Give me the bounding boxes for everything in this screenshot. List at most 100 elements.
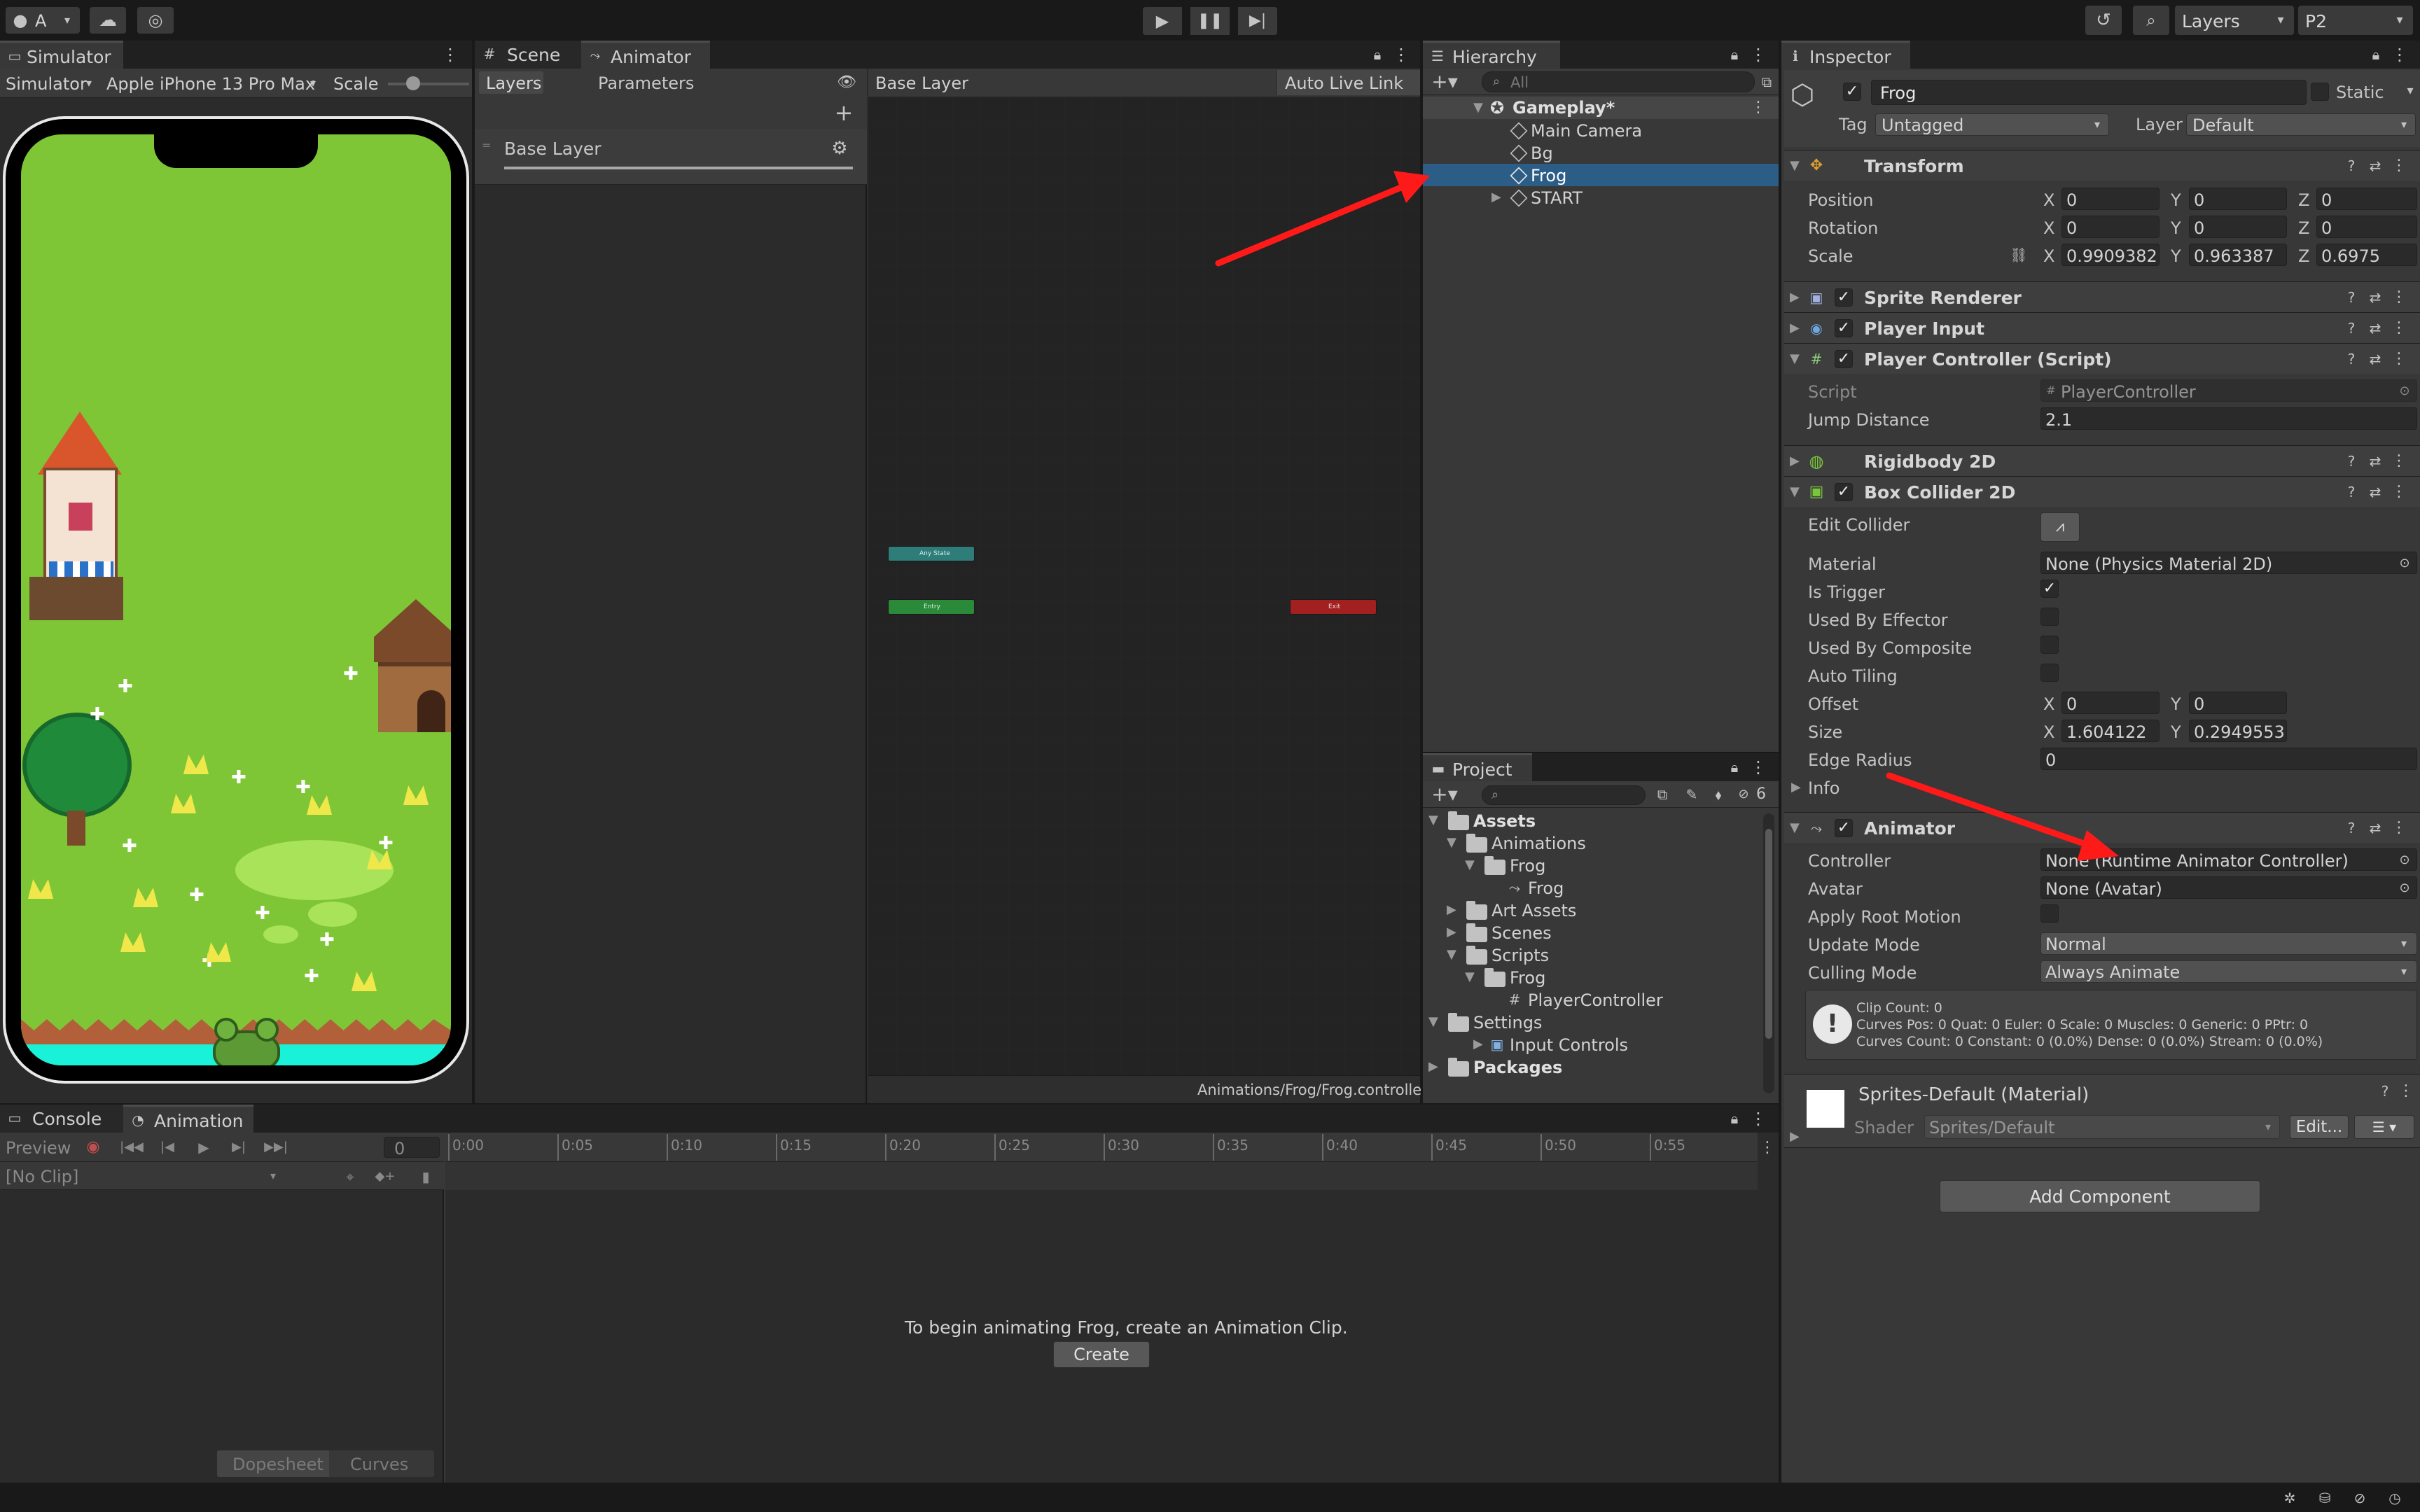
prev-keyframe-button[interactable]: |◀ [157,1138,178,1156]
more-icon[interactable]: ⋮ [1759,1140,1776,1156]
preview-button[interactable]: Preview [6,1140,71,1156]
player-input-enabled[interactable]: ✓ [1835,319,1853,337]
expand-icon[interactable]: ▼ [1790,160,1800,172]
size-y-field[interactable]: 0.2949553 [2189,720,2287,742]
hidden-packages-icon[interactable]: ⊘ [1734,785,1753,804]
gear-icon[interactable]: ⚙ [829,139,850,158]
expand-icon[interactable]: ▶ [1491,191,1501,204]
expand-icon[interactable]: ▶ [1447,904,1456,916]
expand-icon[interactable]: ▼ [1428,1016,1438,1028]
expand-icon[interactable]: ▼ [1428,814,1438,827]
shader-dropdown[interactable]: Sprites/Default ▾ [1924,1115,2280,1139]
expand-icon[interactable]: ▶ [1790,1130,1800,1143]
box-collider-header[interactable]: ▼ ▣ ✓ Box Collider 2D ? ⇄ ⋮ [1784,476,2420,507]
filter-type-icon[interactable]: ✎ [1682,785,1702,804]
cache-icon[interactable]: ⛁ [2315,1490,2335,1506]
project-scroll-thumb[interactable] [1765,829,1772,1039]
tree-item[interactable]: ▼ Frog [1423,854,1759,876]
link-icon[interactable]: ⛓ [2008,245,2029,265]
player-controller-header[interactable]: ▼ # ✓ Player Controller (Script) ? ⇄ ⋮ [1784,343,2420,374]
preset-icon[interactable]: ⇄ [2367,484,2384,500]
more-icon[interactable]: ⋮ [2391,46,2409,63]
simulator-mode-dropdown[interactable]: Simulator [6,76,87,92]
update-mode-dropdown[interactable]: Normal ▾ [2040,932,2417,955]
pause-button[interactable]: ❚❚ [1190,7,1230,35]
tree-item[interactable]: # PlayerController [1423,988,1759,1011]
clip-dropdown[interactable]: [No Clip] [6,1168,78,1185]
help-icon[interactable]: ? [2377,1083,2393,1100]
more-icon[interactable]: ⋮ [2391,158,2407,174]
tab-parameters[interactable]: Parameters [598,75,694,92]
drag-handle-icon[interactable]: = [482,140,491,151]
tab-simulator[interactable]: ▭ Simulator [0,41,123,69]
cloud-icon[interactable]: ☁ [90,7,126,34]
size-x-field[interactable]: 1.604122 [2061,720,2160,742]
hierarchy-row-selected[interactable]: Frog [1423,164,1779,186]
auto-tiling-checkbox[interactable] [2040,664,2059,682]
chevron-down-icon[interactable]: ▾ [2403,83,2417,99]
expand-icon[interactable]: ▶ [1473,1038,1483,1051]
preset-icon[interactable]: ⇄ [2367,289,2384,306]
tab-console[interactable]: ▭ Console [0,1105,123,1133]
expand-icon[interactable]: ▼ [1473,102,1483,114]
hierarchy-search-input[interactable]: ⌕ All [1482,71,1755,92]
transform-header[interactable]: ▼ ✥ Transform ? ⇄ ⋮ [1784,150,2420,181]
controller-field[interactable]: None (Runtime Animator Controller) ⊙ [2040,848,2417,871]
label-icon[interactable]: ⬧ [1709,785,1728,804]
add-component-button[interactable]: Add Component [1940,1180,2260,1212]
tab-animator[interactable]: ⤳ Animator [581,41,710,69]
add-object-button[interactable]: +▾ [1428,71,1461,92]
material-options-button[interactable]: ☰ ▾ [2354,1115,2414,1139]
used-by-effector-checkbox[interactable] [2040,608,2059,626]
layer-weight-slider[interactable] [504,167,853,169]
edit-collider-button[interactable]: ⩘ [2040,512,2080,542]
expand-icon[interactable]: ▶ [1790,455,1800,468]
next-keyframe-button[interactable]: ▶| [228,1138,249,1156]
frame-field[interactable]: 0 [384,1137,440,1158]
project-search-input[interactable]: ⌕ [1482,785,1646,805]
animator-component-header[interactable]: ▼ ⤳ ✓ Animator ? ⇄ ⋮ [1784,812,2420,843]
object-name-input[interactable]: Frog [1871,80,2307,105]
jump-distance-field[interactable]: 2.1 [2040,407,2417,430]
preset-icon[interactable]: ⇄ [2367,453,2384,470]
help-icon[interactable]: ? [2343,351,2360,368]
hierarchy-scene-row[interactable]: ▼ ✪ Gameplay* ⋮ [1423,97,1779,119]
more-icon[interactable]: ⋮ [1749,99,1767,116]
active-checkbox[interactable]: ✓ [1843,83,1861,101]
tree-item[interactable]: ▶ Scenes [1423,921,1759,944]
info-label[interactable]: Info [1808,780,1840,797]
search-by-type-icon[interactable]: ⧉ [1653,785,1672,804]
layout-dropdown[interactable]: P2 ▾ [2298,6,2413,35]
position-x-field[interactable]: 0 [2061,188,2160,210]
last-keyframe-button[interactable]: ▶▶| [263,1138,288,1156]
preset-icon[interactable]: ⇄ [2367,158,2384,174]
exit-node[interactable]: Exit [1290,599,1377,615]
tree-item[interactable]: ▶ Art Assets [1423,899,1759,921]
is-trigger-checkbox[interactable]: ✓ [2040,580,2059,598]
rotation-z-field[interactable]: 0 [2316,216,2417,238]
box-collider-enabled[interactable]: ✓ [1835,483,1853,501]
help-icon[interactable]: ? [2343,289,2360,306]
used-by-composite-checkbox[interactable] [2040,636,2059,654]
tree-item[interactable]: ▼ Assets [1423,809,1759,832]
player-input-header[interactable]: ▶ ◉ ✓ Player Input ? ⇄ ⋮ [1784,312,2420,343]
timeline-ruler[interactable]: 0:00 0:05 0:10 0:15 0:20 0:25 0:30 0:35 0:40 0:45… [445,1133,1758,1162]
tab-scene[interactable]: # Scene [475,41,581,69]
sprite-renderer-enabled[interactable]: ✓ [1835,288,1853,307]
sprite-renderer-header[interactable]: ▶ ▣ ✓ Sprite Renderer ? ⇄ ⋮ [1784,281,2420,312]
culling-mode-dropdown[interactable]: Always Animate ▾ [2040,960,2417,983]
edit-shader-button[interactable]: Edit... [2290,1115,2349,1139]
hierarchy-row[interactable]: Main Camera [1423,119,1779,141]
object-picker-icon[interactable]: ⊙ [2397,556,2412,571]
expand-icon[interactable]: ▶ [1791,781,1801,794]
tag-dropdown[interactable]: Untagged ▾ [1875,113,2109,136]
preset-icon[interactable]: ⇄ [2367,351,2384,368]
position-z-field[interactable]: 0 [2316,188,2417,210]
help-icon[interactable]: ? [2343,320,2360,337]
tree-item[interactable]: ▼ Frog [1423,966,1759,988]
layer-item-base[interactable]: = Base Layer ⚙ [475,129,867,185]
device-dropdown[interactable]: Apple iPhone 13 Pro Max [106,76,315,92]
more-icon[interactable]: ⋮ [2391,484,2407,500]
scale-y-field[interactable]: 0.963387 [2189,244,2287,266]
expand-icon[interactable]: ▼ [1465,971,1475,983]
